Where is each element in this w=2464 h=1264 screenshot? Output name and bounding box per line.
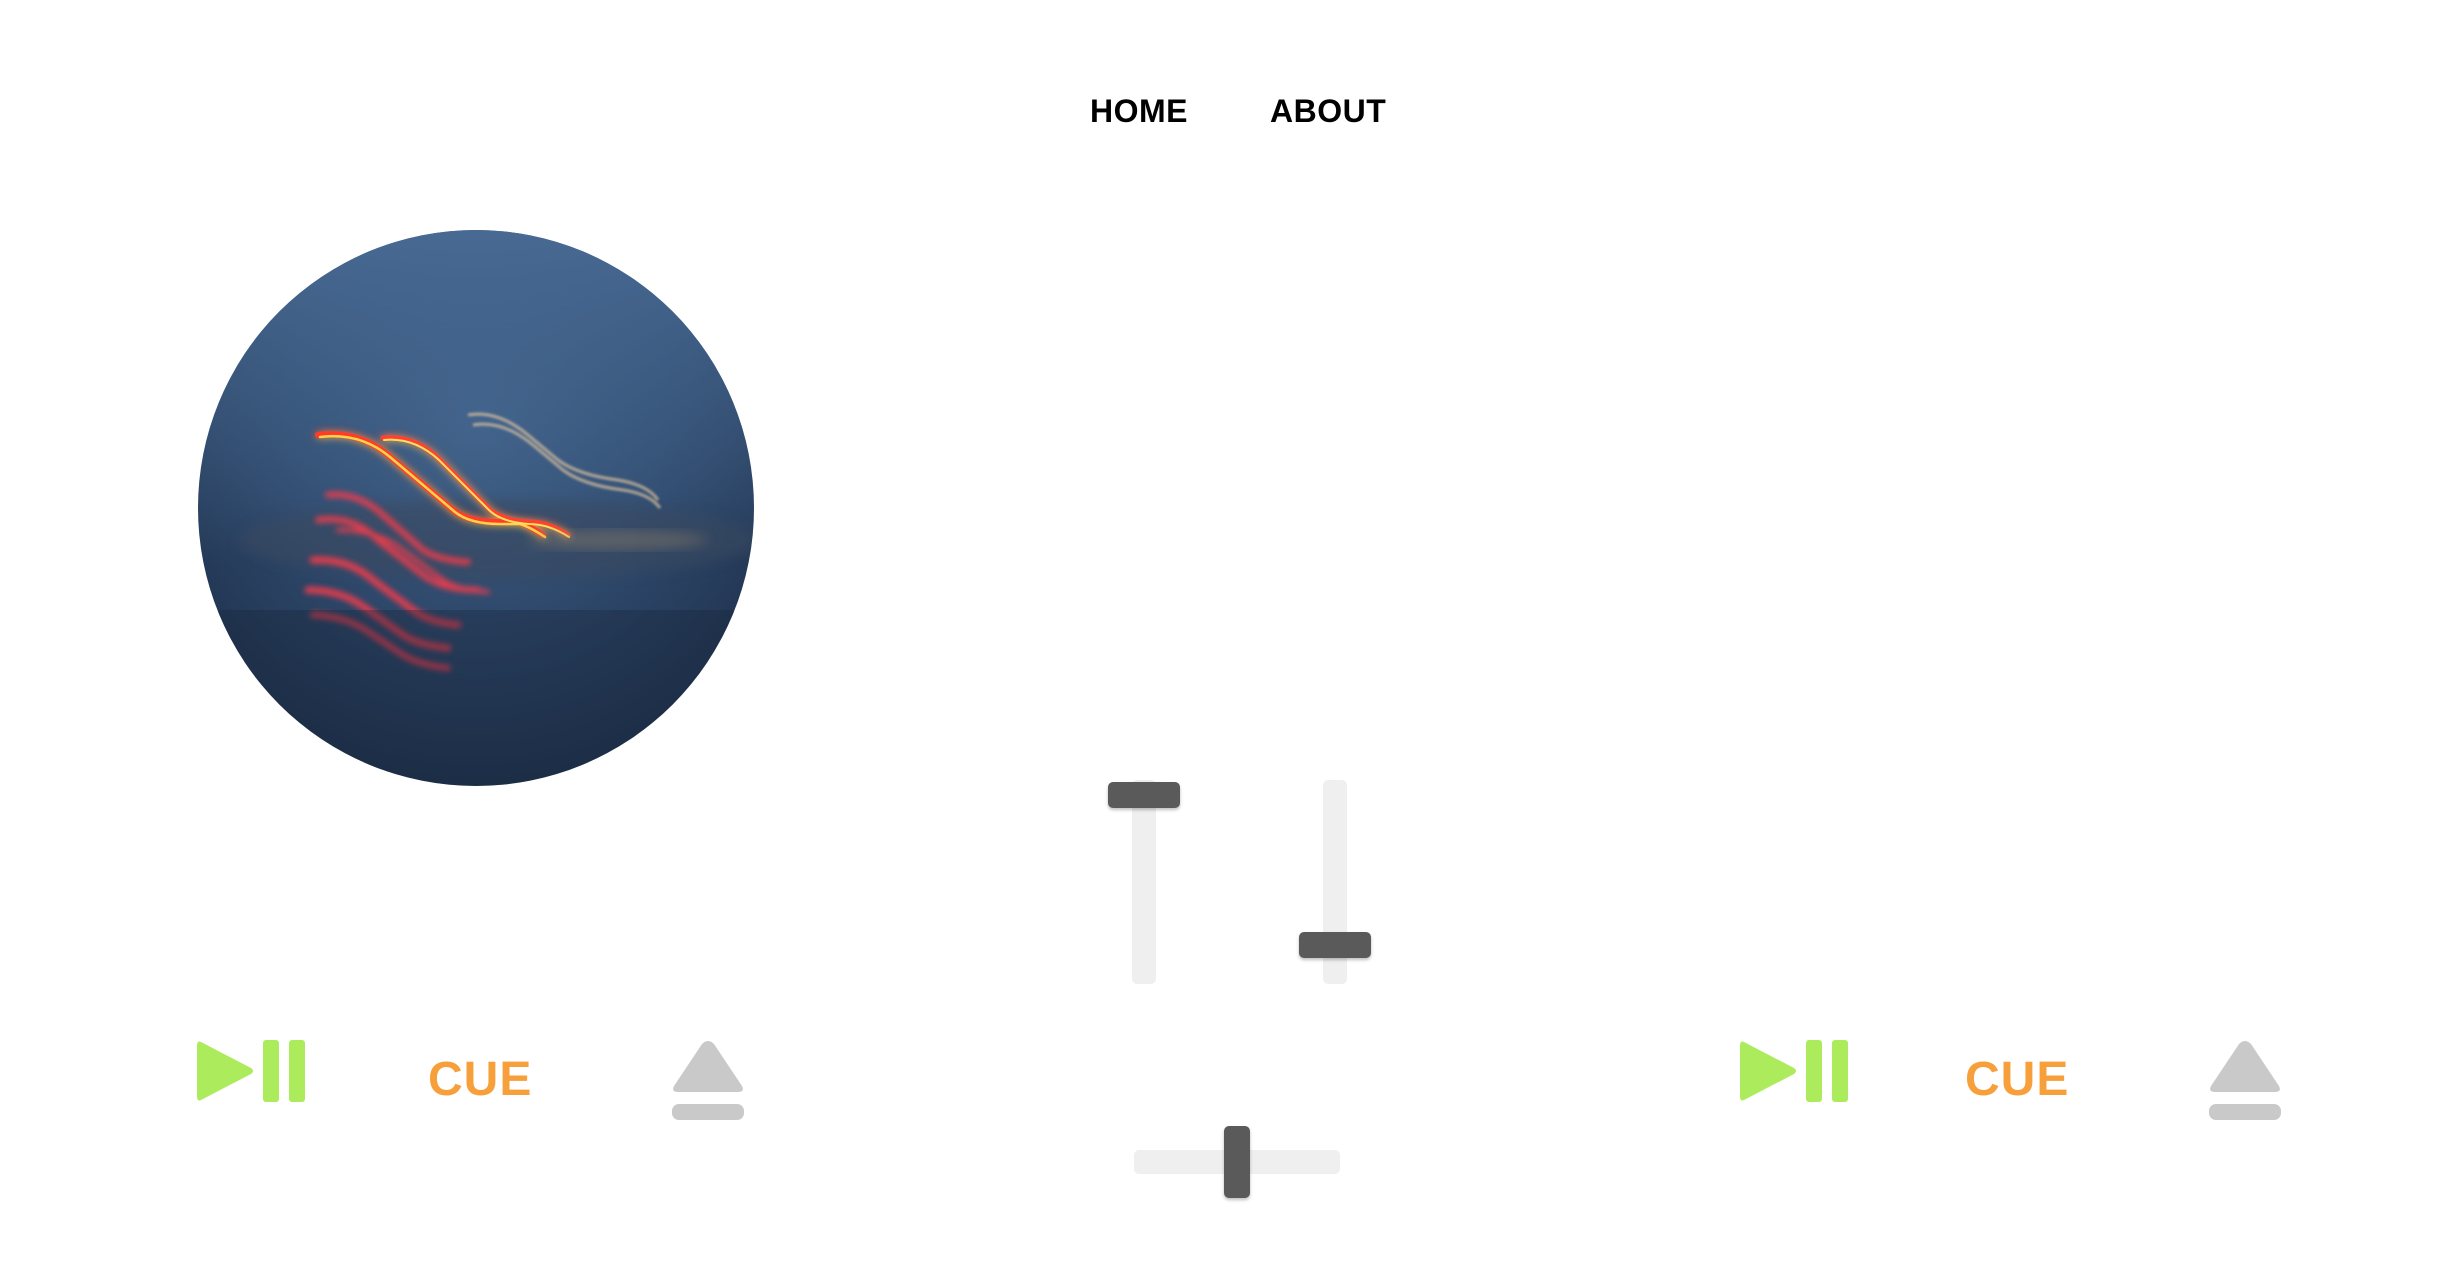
right-cue-button[interactable]: CUE: [1965, 1052, 2069, 1108]
left-deck-disc[interactable]: [198, 230, 754, 786]
left-eject-button[interactable]: [670, 1040, 746, 1122]
nav-home-link[interactable]: HOME: [1090, 88, 1188, 134]
left-cue-button[interactable]: CUE: [428, 1052, 532, 1108]
play-pause-icon: [197, 1040, 305, 1102]
left-channel-volume-track[interactable]: [1132, 780, 1156, 984]
nav-about-link[interactable]: ABOUT: [1270, 88, 1386, 134]
left-channel-volume-handle[interactable]: [1108, 782, 1180, 808]
play-pause-icon: [1740, 1040, 1848, 1102]
crossfader-handle[interactable]: [1224, 1126, 1250, 1198]
top-nav: HOME ABOUT: [1090, 88, 1386, 134]
right-play-pause-button[interactable]: [1738, 1038, 1850, 1104]
eject-icon: [672, 1041, 744, 1120]
left-play-pause-button[interactable]: [195, 1038, 307, 1104]
right-eject-button[interactable]: [2207, 1040, 2283, 1122]
dj-app-page: HOME ABOUT CUE CUE: [0, 0, 2464, 1264]
eject-icon: [2209, 1041, 2281, 1120]
disc-artwork-image: [198, 230, 754, 786]
right-channel-volume-handle[interactable]: [1299, 931, 1371, 958]
